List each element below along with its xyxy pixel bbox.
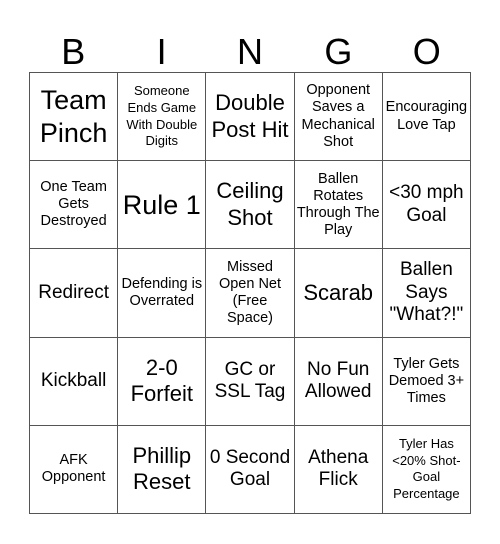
bingo-cell[interactable]: Athena Flick [294,425,383,514]
bingo-cell[interactable]: Team Pinch [30,73,119,162]
bingo-cell[interactable]: Encouraging Love Tap [382,73,471,162]
bingo-cell[interactable]: One Team Gets Destroyed [30,161,119,250]
bingo-cell[interactable]: Tyler Gets Demoed 3+ Times [382,337,471,426]
bingo-cell[interactable]: <30 mph Goal [382,161,471,250]
bingo-cell-text: <30 mph Goal [389,182,464,226]
bingo-cell-text: Defending is Overrated [121,275,203,309]
bingo-cell[interactable]: Kickball [30,337,119,426]
bingo-cell-text: Opponent Saves a Mechanical Shot [301,82,375,150]
bingo-cell-text: Encouraging Love Tap [385,99,468,133]
bingo-cell[interactable]: Ballen Rotates Through The Play [294,161,383,250]
bingo-cell-text: Missed Open Net (Free Space) [218,258,282,327]
bingo-cell[interactable]: No Fun Allowed [294,337,383,426]
bingo-cell[interactable]: Phillip Reset [118,425,207,514]
bingo-cell[interactable]: Tyler Has <20% Shot-Goal Percentage [382,425,471,514]
header-letter-o: O [412,31,441,72]
bingo-cell[interactable]: Ballen Says "What?!" [382,249,471,338]
header-letter-n: N [236,31,263,72]
bingo-cell-text: Ballen Rotates Through The Play [296,170,380,238]
bingo-header: B I N G O [29,30,471,74]
bingo-cell[interactable]: Opponent Saves a Mechanical Shot [294,73,383,162]
bingo-cell-text: 0 Second Goal [209,446,291,491]
bingo-cell[interactable]: GC or SSL Tag [206,337,295,426]
bingo-cell-text: Athena Flick [308,446,369,491]
bingo-cell-text: No Fun Allowed [304,358,372,403]
header-letter-i: I [156,31,167,72]
bingo-cell-text: One Team Gets Destroyed [40,179,107,230]
bingo-cell-text: Tyler Gets Demoed 3+ Times [388,355,465,406]
bingo-cell-text: Scarab [303,279,374,305]
bingo-cell[interactable]: Missed Open Net (Free Space) [206,249,295,338]
bingo-cell-text: Someone Ends Game With Double Digits [126,82,198,149]
bingo-cell-text: Team Pinch [39,85,108,148]
bingo-cell[interactable]: Double Post Hit [206,73,295,162]
header-letter-b: B [61,31,86,72]
bingo-cell-text: Tyler Has <20% Shot-Goal Percentage [392,435,461,502]
bingo-cell[interactable]: 0 Second Goal [206,425,295,514]
bingo-cell-text: 2-0 Forfeit [130,354,193,407]
bingo-cell[interactable]: Someone Ends Game With Double Digits [118,73,207,162]
bingo-cell-text: AFK Opponent [41,452,106,486]
bingo-cell-text: Phillip Reset [132,443,192,495]
bingo-cell[interactable]: Redirect [30,249,119,338]
header-letter-g: G [324,31,353,72]
bingo-grid: Team Pinch Someone Ends Game With Double … [29,72,471,514]
bingo-cell-text: Rule 1 [122,189,201,220]
bingo-cell[interactable]: Ceiling Shot [206,161,295,250]
bingo-cell-text: Kickball [40,369,107,391]
bingo-cell-text: Redirect [38,281,109,303]
bingo-cell-text: Double Post Hit [211,90,289,142]
bingo-cell-text: Ceiling Shot [216,178,284,230]
bingo-cell[interactable]: Defending is Overrated [118,249,207,338]
bingo-cell-text: GC or SSL Tag [214,358,286,403]
bingo-cell[interactable]: Scarab [294,249,383,338]
bingo-cell-text: Ballen Says "What?!" [389,259,464,326]
bingo-cell[interactable]: 2-0 Forfeit [118,337,207,426]
bingo-cell[interactable]: AFK Opponent [30,425,119,514]
bingo-cell[interactable]: Rule 1 [118,161,207,250]
